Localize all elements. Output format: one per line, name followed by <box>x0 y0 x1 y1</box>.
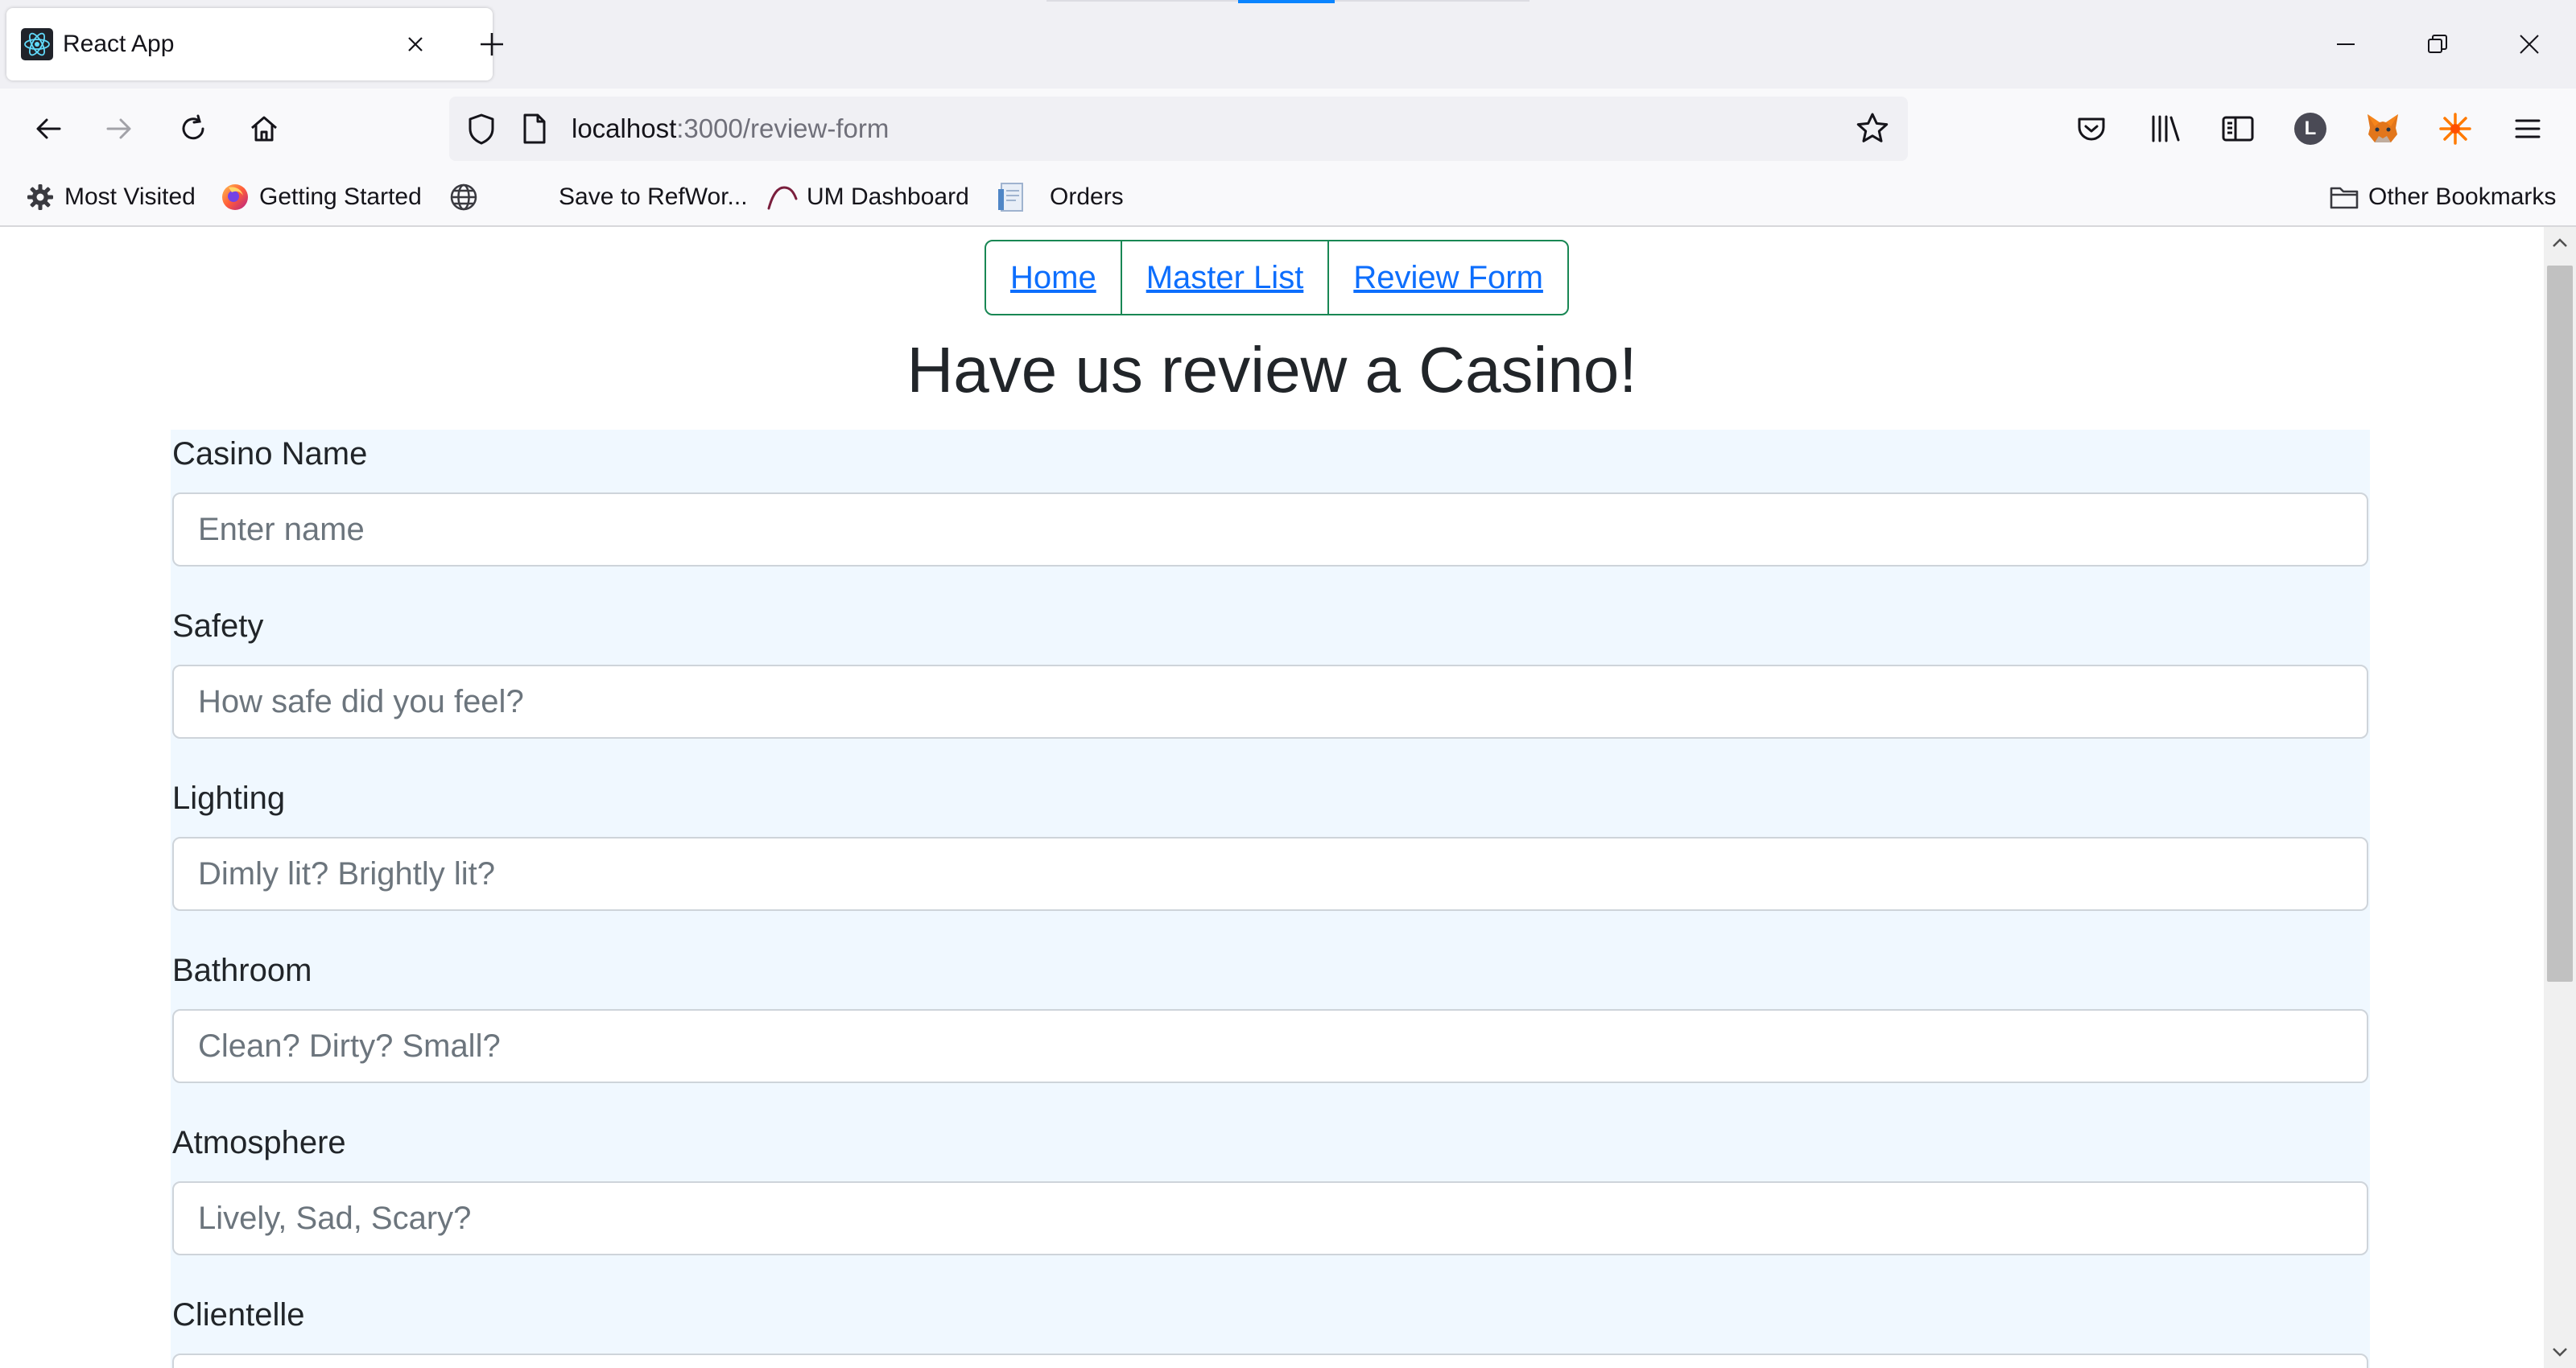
browser-window: React App localhost:3000/review-form L M… <box>0 0 2576 1368</box>
bookmark-label: Save to RefWor... <box>559 183 748 210</box>
close-tab-icon[interactable] <box>399 28 431 60</box>
bookmark-save-to-refworks[interactable]: Save to RefWor... <box>559 169 748 225</box>
close-window-icon[interactable] <box>2505 16 2553 72</box>
nav-link-master-list[interactable]: Master List <box>1120 241 1328 314</box>
react-logo-icon <box>21 28 53 60</box>
profile-avatar[interactable]: L <box>2286 105 2334 153</box>
profile-initial: L <box>2294 113 2326 145</box>
bookmark-star-icon[interactable] <box>1853 109 1892 148</box>
gear-icon <box>24 181 56 213</box>
lighting-label: Lighting <box>172 781 286 816</box>
bookmark-getting-started[interactable]: Getting Started <box>219 169 422 225</box>
new-tab-plus-icon[interactable] <box>472 24 512 64</box>
atmosphere-input[interactable] <box>172 1181 2368 1255</box>
tracking-shield-icon[interactable] <box>462 109 501 148</box>
reload-icon[interactable] <box>169 105 217 153</box>
site-nav: Home Master List Review Form <box>985 240 1569 315</box>
browser-tab-active[interactable]: React App <box>6 8 493 80</box>
lighting-input[interactable] <box>172 837 2368 911</box>
bookmark-label: Orders <box>1050 183 1124 210</box>
page-info-icon[interactable] <box>515 109 554 148</box>
metamask-fox-icon[interactable] <box>2359 105 2407 153</box>
bookmark-label: UM Dashboard <box>807 183 969 210</box>
url-bar[interactable]: localhost:3000/review-form <box>449 97 1908 161</box>
nav-link-review-form[interactable]: Review Form <box>1327 241 1567 314</box>
safety-input[interactable] <box>172 665 2368 739</box>
firefox-icon <box>219 181 251 213</box>
page-scrollbar[interactable] <box>2544 227 2576 1368</box>
tab-title: React App <box>63 31 175 57</box>
scrollbar-thumb[interactable] <box>2547 266 2573 982</box>
bathroom-input[interactable] <box>172 1009 2368 1083</box>
bookmarks-toolbar: Most Visited Getting Started Save to Ref… <box>0 169 2576 227</box>
bookmark-other-bookmarks[interactable]: Other Bookmarks <box>2328 169 2556 225</box>
review-form: Casino Name Safety Lighting Bathroom Atm… <box>171 430 2370 1368</box>
home-icon[interactable] <box>240 105 288 153</box>
scroll-up-arrow-icon[interactable] <box>2544 227 2576 259</box>
url-text[interactable]: localhost:3000/review-form <box>572 97 889 161</box>
pocket-icon[interactable] <box>2067 105 2116 153</box>
loading-indicator <box>1238 0 1335 3</box>
bookmark-label: Most Visited <box>64 183 196 210</box>
forward-arrow-icon[interactable] <box>95 105 143 153</box>
bookmark-label: Getting Started <box>259 183 422 210</box>
folder-icon <box>2328 181 2360 213</box>
bookmark-most-visited[interactable]: Most Visited <box>24 169 196 225</box>
tab-strip: React App <box>0 0 2576 89</box>
bookmark-label: Other Bookmarks <box>2368 183 2557 210</box>
page-title: Have us review a Casino! <box>906 334 1637 406</box>
library-icon[interactable] <box>2141 105 2190 153</box>
url-host: localhost <box>572 113 677 143</box>
clientelle-input[interactable] <box>172 1354 2368 1368</box>
bookmark-orders[interactable]: Orders <box>995 169 1124 225</box>
um-icon <box>766 181 799 213</box>
bathroom-label: Bathroom <box>172 953 312 988</box>
bookmark-globe[interactable] <box>448 169 488 225</box>
globe-icon <box>448 181 480 213</box>
sidebar-icon[interactable] <box>2214 105 2262 153</box>
extension-burst-icon[interactable] <box>2431 105 2479 153</box>
nav-toolbar: localhost:3000/review-form L <box>0 89 2576 169</box>
casino-name-label: Casino Name <box>172 436 368 472</box>
minimize-window-icon[interactable] <box>2322 16 2370 72</box>
atmosphere-label: Atmosphere <box>172 1125 346 1160</box>
hamburger-menu-icon[interactable] <box>2504 105 2552 153</box>
safety-label: Safety <box>172 608 264 644</box>
nav-link-home[interactable]: Home <box>986 241 1121 314</box>
page-viewport: Home Master List Review Form Have us rev… <box>0 227 2544 1368</box>
scroll-down-arrow-icon[interactable] <box>2544 1336 2576 1368</box>
clientelle-label: Clientelle <box>172 1297 305 1333</box>
bookmark-um-dashboard[interactable]: UM Dashboard <box>766 169 969 225</box>
document-icon <box>995 181 1027 213</box>
url-path: :3000/review-form <box>676 113 890 143</box>
back-arrow-icon[interactable] <box>24 105 72 153</box>
casino-name-input[interactable] <box>172 492 2368 567</box>
restore-window-icon[interactable] <box>2413 16 2462 72</box>
